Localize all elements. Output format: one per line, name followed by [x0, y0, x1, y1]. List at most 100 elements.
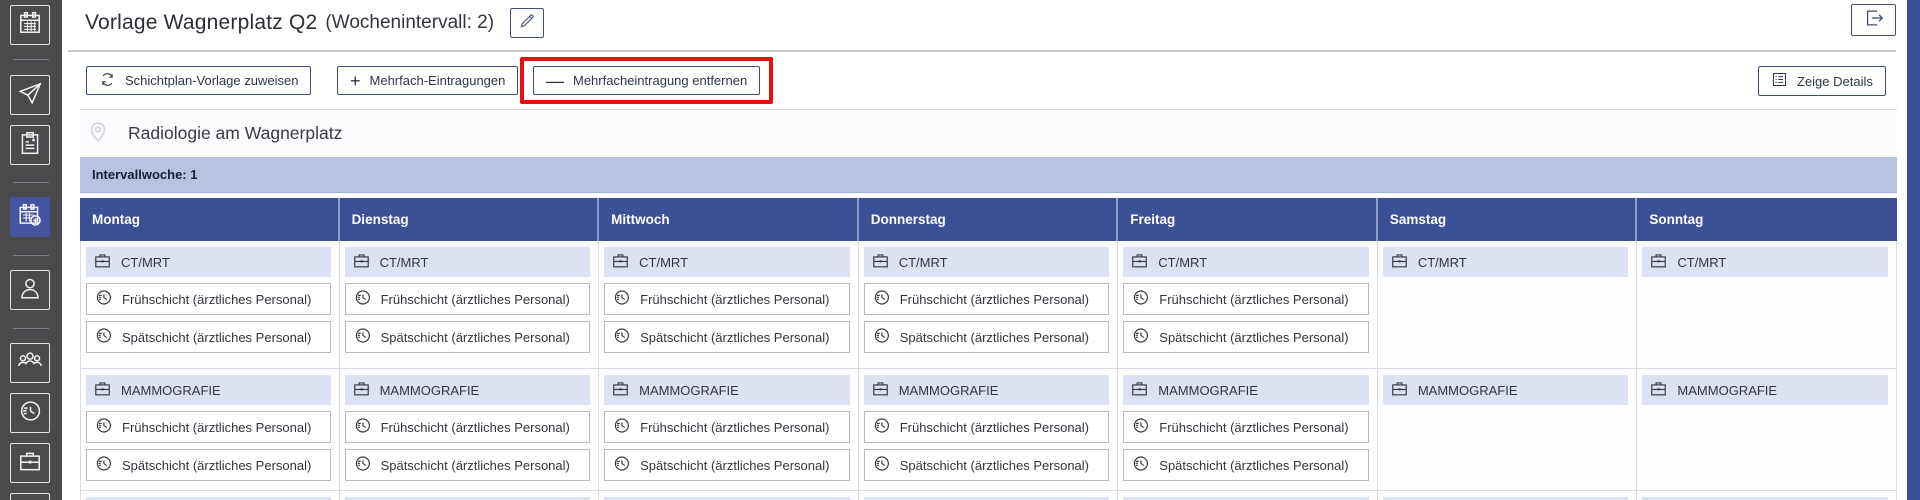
briefcase-icon [611, 251, 630, 273]
clock-icon [94, 288, 113, 310]
shift-label: Frühschicht (ärztliches Personal) [640, 420, 829, 435]
add-multiple-entries-button[interactable]: + Mehrfach-Eintragungen [337, 66, 518, 95]
shift-chip-late[interactable]: Spätschicht (ärztliches Personal) [864, 449, 1110, 481]
person-icon [17, 275, 43, 306]
workplace-chip[interactable]: MAMMOGRAFIE [86, 375, 331, 405]
briefcase-icon [1390, 379, 1409, 401]
shift-chip-late[interactable]: Spätschicht (ärztliches Personal) [86, 449, 331, 481]
briefcase-icon [871, 379, 890, 401]
shift-label: Spätschicht (ärztliches Personal) [1159, 330, 1348, 345]
schedule-row-ct-mrt: CT/MRT Frühschicht (ärztliches Personal) S… [80, 241, 1897, 369]
workplace-chip[interactable]: MAMMOGRAFIE [1642, 375, 1888, 405]
shift-chip-early[interactable]: Frühschicht (ärztliches Personal) [864, 411, 1110, 443]
briefcase-icon [1649, 251, 1668, 273]
assign-template-button[interactable]: Schichtplan-Vorlage zuweisen [86, 66, 311, 95]
workplace-label: MAMMOGRAFIE [121, 383, 221, 398]
plus-icon: + [350, 72, 361, 90]
workplace-chip[interactable]: CT/MRT [86, 247, 331, 277]
sidebar-item-requests[interactable] [10, 125, 50, 165]
clock-icon [1131, 454, 1150, 476]
highlight-box: — Mehrfacheintragung entfernen [520, 57, 773, 104]
workplace-chip[interactable]: MAMMOGRAFIE [1123, 375, 1369, 405]
team-icon [17, 348, 43, 379]
shift-label: Spätschicht (ärztliches Personal) [122, 458, 311, 473]
clock-icon [94, 416, 113, 438]
briefcase-icon [17, 448, 43, 479]
workplace-label: MAMMOGRAFIE [1158, 383, 1258, 398]
cell-donnerstag [859, 491, 1119, 500]
shift-chip-early[interactable]: Frühschicht (ärztliches Personal) [86, 283, 331, 315]
shift-chip-early[interactable]: Frühschicht (ärztliches Personal) [345, 283, 591, 315]
cell-samstag: MAMMOGRAFIE [1378, 369, 1638, 490]
cell-dienstag [340, 491, 600, 500]
sidebar-item-employee[interactable] [10, 270, 50, 310]
clock-icon [353, 326, 372, 348]
workplace-chip[interactable]: CT/MRT [345, 247, 591, 277]
shift-chip-late[interactable]: Spätschicht (ärztliches Personal) [86, 321, 331, 353]
shift-label: Spätschicht (ärztliches Personal) [900, 458, 1089, 473]
schedule-row-mammografie: MAMMOGRAFIE Frühschicht (ärztliches Perso… [80, 369, 1897, 491]
workplace-label: MAMMOGRAFIE [639, 383, 739, 398]
workplace-chip[interactable]: MAMMOGRAFIE [604, 375, 850, 405]
shift-chip-late[interactable]: Spätschicht (ärztliches Personal) [345, 449, 591, 481]
workplace-chip[interactable]: CT/MRT [864, 247, 1110, 277]
shift-chip-early[interactable]: Frühschicht (ärztliches Personal) [864, 283, 1110, 315]
shift-chip-late[interactable]: Spätschicht (ärztliches Personal) [604, 321, 850, 353]
workplace-chip[interactable]: CT/MRT [1642, 247, 1888, 277]
sidebar [0, 0, 62, 500]
sidebar-item-calendar[interactable] [10, 5, 50, 45]
workplace-chip[interactable]: CT/MRT [1123, 247, 1369, 277]
shift-chip-early[interactable]: Frühschicht (ärztliches Personal) [1123, 283, 1369, 315]
app-window: Vorlage Wagnerplatz Q2 (Wochenintervall:… [0, 0, 1920, 500]
day-header-mittwoch: Mittwoch [599, 198, 859, 241]
sidebar-divider [13, 328, 49, 329]
workplace-label: CT/MRT [899, 255, 948, 270]
briefcase-icon [1649, 379, 1668, 401]
workplace-chip[interactable]: MAMMOGRAFIE [864, 375, 1110, 405]
sidebar-item-partial[interactable] [10, 493, 50, 500]
briefcase-icon [352, 251, 371, 273]
shift-chip-late[interactable]: Spätschicht (ärztliches Personal) [345, 321, 591, 353]
sidebar-item-schedule-template[interactable] [10, 197, 50, 237]
schedule-rows: CT/MRT Frühschicht (ärztliches Personal) S… [80, 241, 1897, 500]
shift-label: Frühschicht (ärztliches Personal) [381, 292, 570, 307]
sidebar-item-workplaces[interactable] [10, 443, 50, 483]
clock-icon [612, 454, 631, 476]
show-details-button[interactable]: Zeige Details [1758, 66, 1886, 96]
remove-multiple-entry-button[interactable]: — Mehrfacheintragung entfernen [533, 66, 760, 95]
clock-icon [1131, 416, 1150, 438]
shift-chip-late[interactable]: Spätschicht (ärztliches Personal) [1123, 321, 1369, 353]
clock-icon [612, 416, 631, 438]
workplace-chip[interactable]: CT/MRT [1383, 247, 1629, 277]
page-header: Vorlage Wagnerplatz Q2 (Wochenintervall:… [85, 8, 544, 38]
sidebar-divider [13, 255, 49, 256]
workplace-chip[interactable]: CT/MRT [604, 247, 850, 277]
location-pin-icon [85, 118, 111, 149]
sidebar-item-absences[interactable] [10, 75, 50, 115]
shift-chip-late[interactable]: Spätschicht (ärztliches Personal) [864, 321, 1110, 353]
day-header-sonntag: Sonntag [1637, 198, 1897, 241]
workplace-chip[interactable]: MAMMOGRAFIE [345, 375, 591, 405]
day-header-samstag: Samstag [1378, 198, 1638, 241]
pencil-icon [518, 12, 536, 35]
workplace-label: CT/MRT [380, 255, 429, 270]
shift-chip-early[interactable]: Frühschicht (ärztliches Personal) [604, 411, 850, 443]
edit-template-button[interactable] [510, 8, 544, 38]
page-title-interval: (Wochenintervall: 2) [325, 12, 494, 34]
shift-chip-late[interactable]: Spätschicht (ärztliches Personal) [604, 449, 850, 481]
day-header-montag: Montag [80, 198, 340, 241]
cell-freitag [1118, 491, 1378, 500]
workplace-chip[interactable]: MAMMOGRAFIE [1383, 375, 1629, 405]
sidebar-item-worktime[interactable] [10, 393, 50, 433]
shift-chip-early[interactable]: Frühschicht (ärztliches Personal) [86, 411, 331, 443]
shift-chip-early[interactable]: Frühschicht (ärztliches Personal) [604, 283, 850, 315]
shift-chip-early[interactable]: Frühschicht (ärztliches Personal) [1123, 411, 1369, 443]
shift-label: Spätschicht (ärztliches Personal) [1159, 458, 1348, 473]
shift-label: Spätschicht (ärztliches Personal) [640, 330, 829, 345]
exit-button[interactable] [1851, 4, 1896, 36]
shift-chip-late[interactable]: Spätschicht (ärztliches Personal) [1123, 449, 1369, 481]
sidebar-item-team[interactable] [10, 343, 50, 383]
details-list-icon [1771, 71, 1788, 91]
right-edge-bar[interactable] [1907, 0, 1920, 500]
shift-chip-early[interactable]: Frühschicht (ärztliches Personal) [345, 411, 591, 443]
